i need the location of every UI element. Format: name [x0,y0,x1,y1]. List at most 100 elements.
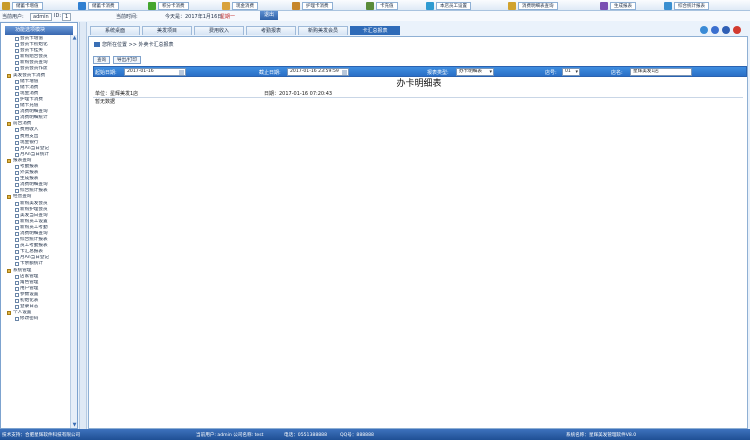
logout-button[interactable]: 退出 [260,11,279,20]
system-name-text: 系统名称：星辉美发管理软件V8.0 [566,433,637,438]
info-icon[interactable] [722,26,730,34]
toolbar-label: 消费明细表查询 [518,1,558,10]
end-date-value: 2017-01-16 23:59:59 [290,69,339,74]
calendar-icon[interactable] [342,70,347,75]
toolbar-button-points-consume[interactable]: 积分卡消费 [148,1,189,10]
page-icon [15,189,19,194]
page-icon [15,79,19,84]
page-icon [15,61,19,66]
tree-label: 会员卡挂失 [20,48,43,54]
chart-icon [664,1,672,10]
start-date-input[interactable]: 2017-01-16 [124,68,186,76]
sidebar-splitter[interactable] [79,22,87,429]
scroll-down-icon[interactable]: ▼ [72,422,77,428]
close-icon[interactable] [733,26,741,34]
toolbar-button-generate-report[interactable]: 生成报表 [600,1,636,10]
page-icon [15,317,19,322]
tree-label: 消费明细统计 [20,115,48,121]
tree-label: 会员会员作废 [20,66,48,72]
refresh-icon[interactable] [700,26,708,34]
tree-label: 店家管理 [20,273,39,279]
end-date-input[interactable]: 2017-01-16 23:59:59 [287,68,349,76]
page-icon [15,49,19,54]
page-icon [15,134,19,139]
toolbar-button-card-topup[interactable]: 储蓄卡增值 [2,1,43,10]
export-print-button[interactable]: 导出/打印 [113,56,141,64]
toolbar-button-card-recharge[interactable]: 卡充值 [366,1,398,10]
tree-label: 新购护理会员 [20,206,48,212]
folder-icon [7,311,11,316]
page-icon [15,171,19,176]
tab-hair-items[interactable]: 美发项目 [142,26,192,35]
tree-label: 月An当日登记 [20,145,50,151]
tab-new-member[interactable]: 新购美发会员 [298,26,348,35]
tab-expense-income[interactable]: 费用收入 [194,26,244,35]
page-icon [15,280,19,285]
toolbar-button-staff-settings[interactable]: 本店员工设置 [426,1,471,10]
help-icon[interactable] [711,26,719,34]
session-info-bar: 当前用户: admin ID: 1 当前时间: 今天是：2017年1月16日 星… [0,11,750,21]
page-icon [15,292,19,297]
toolbar-button-card-consume[interactable]: 储蓄卡消费 [78,1,119,10]
shop-no-select[interactable]: 01 [562,68,580,76]
toolbar-label: 护理卡消费 [302,1,333,10]
tree-label: 用户管理 [20,285,39,291]
tab-card-summary[interactable]: 卡汇总报表 [350,26,400,35]
report-type-select[interactable]: 办卡明细表 [456,68,494,76]
phone-text: 电话：0551388888 [284,433,328,438]
tree-item[interactable]: 修改密码 [7,316,71,322]
query-button[interactable]: 查询 [93,56,111,64]
home-icon [94,42,100,47]
qq-text: QQ号：888888 [340,433,374,438]
page-icon [15,238,19,243]
tree-label: 储卡充值 [20,103,39,109]
tree-label: 新购美发会员 [20,200,48,206]
toolbar-button-summary-report[interactable]: 综合统计报表 [664,1,709,10]
time-label: 当前时间: [116,14,138,20]
page-icon [15,164,19,169]
page-icon [15,43,19,48]
main-panel: 您所在位置 >> 外卖卡汇总报表 查询 导出/打印 起始日期: 2017-01-… [88,36,748,429]
id-value: 1 [62,13,72,21]
current-user-text: 当前用户: admin 公司名称: test [196,433,264,438]
page-icon [15,201,19,206]
sidebar-scrollbar[interactable]: ▲ ▼ [70,35,77,428]
page-icon [15,85,19,90]
page-icon [15,116,19,121]
toolbar-button-cash-consume[interactable]: 现金消费 [222,1,258,10]
user-value: admin [30,13,52,21]
toolbar-label: 综合统计报表 [674,1,709,10]
report-type-label: 报表类型: [427,70,449,76]
tree-label: 储卡增值 [20,78,39,84]
toolbar-button-care-consume[interactable]: 护理卡消费 [292,1,333,10]
id-label: ID: [54,13,62,19]
breadcrumb: 您所在位置 >> 外卖卡汇总报表 [94,41,174,48]
function-tree: 会员卡增值 会员卡初始化 会员卡挂失 新购组合会员 新购会员查询 会员会员作废 美发会员卡消… [7,36,71,322]
toolbar-label: 卡充值 [376,1,398,10]
tree-label: 新购会员查询 [20,60,48,66]
bulb-icon [508,1,516,10]
tab-attendance-report[interactable]: 考勤报表 [246,26,296,35]
page-icon [15,299,19,304]
calendar-icon[interactable] [179,70,184,75]
scroll-up-icon[interactable]: ▲ [72,35,77,41]
shop-name-input[interactable]: 星辉美发1店 [630,68,692,76]
tree-label: 角色管理 [20,279,39,285]
page-icon [15,207,19,212]
toolbar-button-consume-detail[interactable]: 消费明细表查询 [508,1,558,10]
tree-label: 前台消费 [13,121,32,127]
tree-label: 新购员工考勤 [20,224,48,230]
page-icon [15,262,19,267]
tree-label: 储卡消费 [20,84,39,90]
tree-label: 参数设置 [20,291,39,297]
divider [93,97,743,98]
report-date: 日期：2017-01-16 07:20:43 [264,91,333,97]
recharge-icon [366,1,374,10]
card-icon [78,1,86,10]
tree-label: 消费明细查询 [20,231,48,236]
toolbar-label: 本店员工设置 [436,1,471,10]
tab-desktop[interactable]: 系统桌面 [90,26,140,35]
tree-label: 修改密码 [20,316,39,322]
page-icon [15,67,19,72]
top-toolbar: 储蓄卡增值 储蓄卡消费 积分卡消费 现金消费 护理卡消费 卡充值 本店员工设置 … [0,0,750,11]
